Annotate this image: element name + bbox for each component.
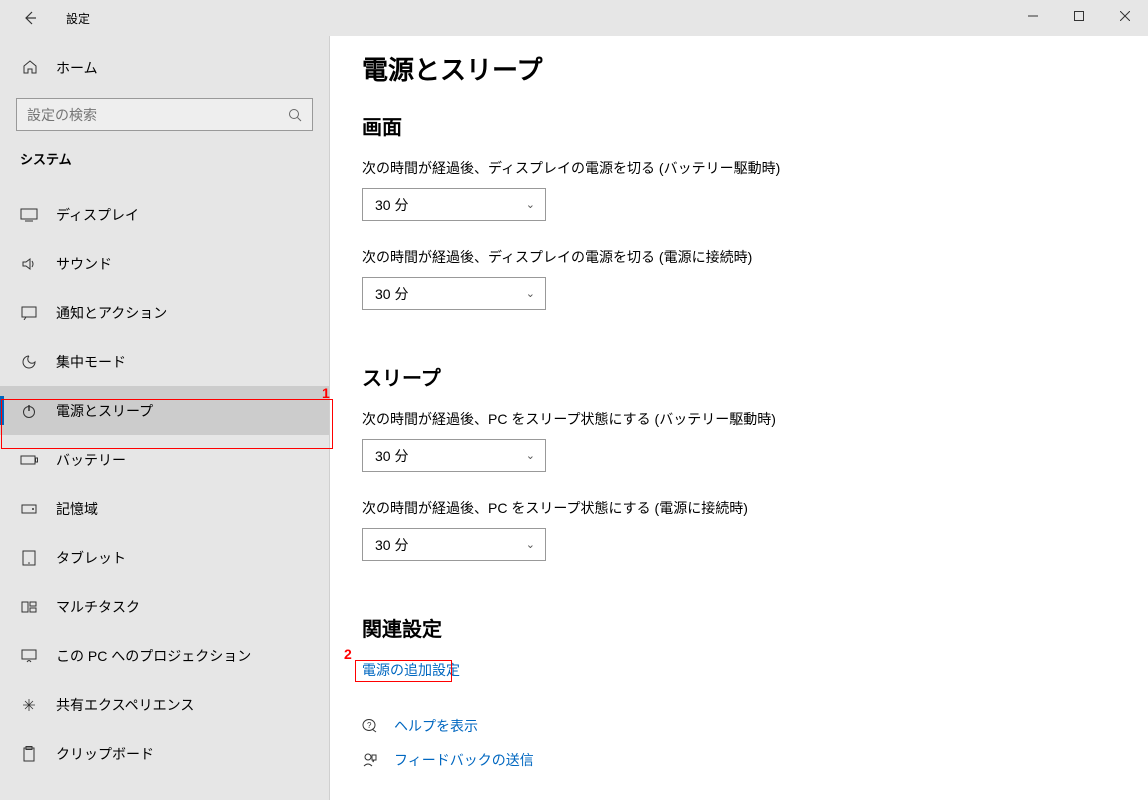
sidebar-item-multitask[interactable]: マルチタスク [0, 582, 329, 631]
search-input[interactable] [27, 107, 288, 123]
home-link[interactable]: ホーム [0, 50, 329, 86]
arrow-left-icon [22, 10, 38, 26]
chevron-down-icon: ⌄ [526, 449, 535, 462]
feedback-link[interactable]: フィードバックの送信 [394, 750, 534, 770]
feedback-icon [362, 752, 380, 768]
sidebar-item-power-sleep[interactable]: 電源とスリープ [0, 386, 329, 435]
sidebar-item-storage[interactable]: 記憶域 [0, 484, 329, 533]
svg-text:?: ? [367, 721, 372, 730]
sleep-plugged-select[interactable]: 30 分 ⌄ [362, 528, 546, 561]
sidebar-item-label: この PC へのプロジェクション [56, 646, 251, 666]
back-button[interactable] [18, 6, 42, 30]
screen-section-title: 画面 [362, 111, 1148, 140]
sleep-battery-label: 次の時間が経過後、PC をスリープ状態にする (バッテリー駆動時) [362, 409, 1148, 429]
maximize-icon [1074, 11, 1084, 21]
close-button[interactable] [1102, 0, 1148, 32]
help-link[interactable]: ヘルプを表示 [394, 716, 478, 736]
sidebar-item-display[interactable]: ディスプレイ [0, 190, 329, 239]
related-section-title: 関連設定 [362, 613, 1148, 642]
storage-icon [20, 500, 38, 518]
home-icon [22, 59, 40, 77]
screen-plugged-label: 次の時間が経過後、ディスプレイの電源を切る (電源に接続時) [362, 247, 1148, 267]
battery-icon [20, 451, 38, 469]
projection-icon [20, 647, 38, 665]
screen-battery-label: 次の時間が経過後、ディスプレイの電源を切る (バッテリー駆動時) [362, 158, 1148, 178]
additional-power-link[interactable]: 電源の追加設定 [362, 660, 460, 680]
sidebar-item-label: 集中モード [56, 352, 126, 372]
sidebar-item-label: 通知とアクション [56, 303, 167, 323]
sidebar-item-label: マルチタスク [56, 597, 140, 617]
select-value: 30 分 [375, 195, 408, 215]
focus-icon [20, 353, 38, 371]
select-value: 30 分 [375, 446, 408, 466]
select-value: 30 分 [375, 535, 408, 555]
page-title: 電源とスリープ [362, 50, 1148, 87]
sidebar-item-focus[interactable]: 集中モード [0, 337, 329, 386]
power-icon [20, 402, 38, 420]
sleep-section-title: スリープ [362, 362, 1148, 391]
share-icon [20, 696, 38, 714]
select-value: 30 分 [375, 284, 408, 304]
sleep-battery-select[interactable]: 30 分 ⌄ [362, 439, 546, 472]
screen-battery-select[interactable]: 30 分 ⌄ [362, 188, 546, 221]
home-label: ホーム [56, 58, 98, 78]
category-label: システム [0, 149, 329, 168]
annotation-number-1: 1 [322, 385, 330, 401]
sound-icon [20, 255, 38, 273]
sidebar-item-label: 電源とスリープ [56, 401, 153, 421]
maximize-button[interactable] [1056, 0, 1102, 32]
sidebar-item-notifications[interactable]: 通知とアクション [0, 288, 329, 337]
sidebar-item-projection[interactable]: この PC へのプロジェクション [0, 631, 329, 680]
sleep-plugged-label: 次の時間が経過後、PC をスリープ状態にする (電源に接続時) [362, 498, 1148, 518]
annotation-number-2: 2 [344, 646, 352, 662]
display-icon [20, 206, 38, 224]
minimize-icon [1028, 11, 1038, 21]
sidebar-item-shared[interactable]: 共有エクスペリエンス [0, 680, 329, 729]
chevron-down-icon: ⌄ [526, 538, 535, 551]
search-icon [288, 108, 302, 122]
screen-plugged-select[interactable]: 30 分 ⌄ [362, 277, 546, 310]
clipboard-icon [20, 745, 38, 763]
chevron-down-icon: ⌄ [526, 198, 535, 211]
close-icon [1120, 11, 1130, 21]
sidebar-item-sound[interactable]: サウンド [0, 239, 329, 288]
sidebar-item-label: タブレット [56, 548, 126, 568]
sidebar: ホーム システム ディスプレイ サウンド 通知とアクション 集中モード 電源とス… [0, 0, 330, 800]
search-box[interactable] [16, 98, 313, 131]
sidebar-item-label: バッテリー [56, 450, 126, 470]
sidebar-item-label: 記憶域 [56, 499, 98, 519]
sidebar-item-label: クリップボード [56, 744, 154, 764]
sidebar-item-battery[interactable]: バッテリー [0, 435, 329, 484]
window-title: 設定 [66, 10, 90, 27]
sidebar-item-label: サウンド [56, 254, 112, 274]
sidebar-item-tablet[interactable]: タブレット [0, 533, 329, 582]
chevron-down-icon: ⌄ [526, 287, 535, 300]
sidebar-item-label: 共有エクスペリエンス [56, 695, 194, 715]
tablet-icon [20, 549, 38, 567]
sidebar-item-clipboard[interactable]: クリップボード [0, 729, 329, 778]
minimize-button[interactable] [1010, 0, 1056, 32]
titlebar: 設定 [0, 0, 1148, 36]
multitask-icon [20, 598, 38, 616]
content-area: 電源とスリープ 画面 次の時間が経過後、ディスプレイの電源を切る (バッテリー駆… [330, 0, 1148, 800]
notification-icon [20, 304, 38, 322]
sidebar-item-label: ディスプレイ [56, 205, 139, 225]
help-icon: ? [362, 718, 380, 734]
